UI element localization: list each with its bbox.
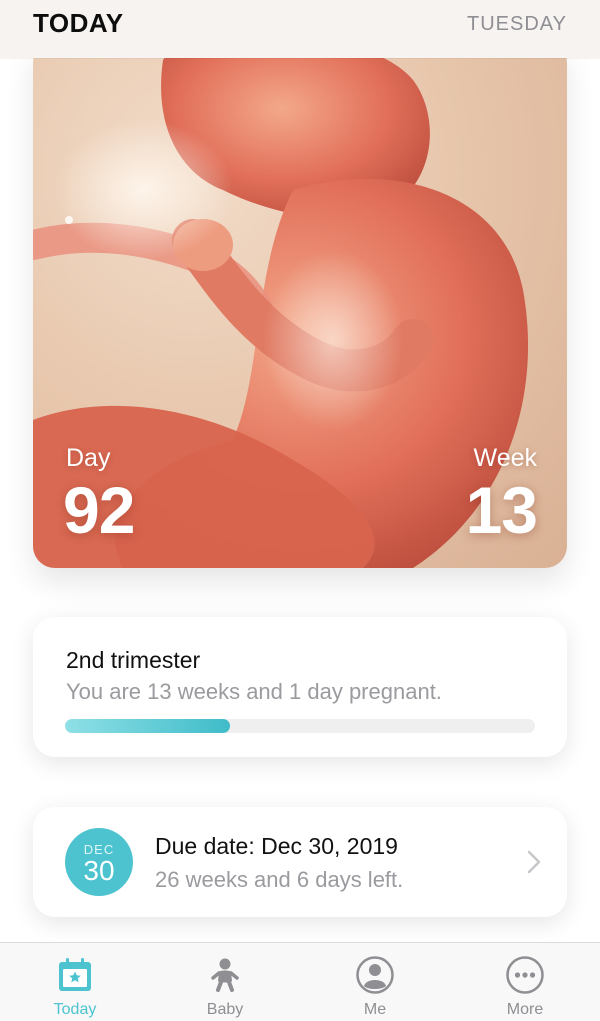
tab-label-me: Me [363, 1001, 387, 1018]
tab-baby[interactable]: Baby [150, 943, 300, 1021]
trimester-card[interactable]: 2nd trimester You are 13 weeks and 1 day… [33, 617, 567, 757]
due-date-card[interactable]: DEC 30 Due date: Dec 30, 2019 26 weeks a… [33, 807, 567, 917]
trimester-subtitle: You are 13 weeks and 1 day pregnant. [66, 679, 442, 704]
chevron-right-icon [527, 850, 541, 874]
day-label: Day [66, 444, 111, 472]
tab-more[interactable]: More [450, 943, 600, 1021]
due-date-subtitle: 26 weeks and 6 days left. [155, 867, 404, 892]
more-dots-icon [506, 956, 544, 994]
person-icon [356, 956, 394, 994]
tab-bar: Today Baby Me More [0, 942, 600, 1021]
week-label: Week [473, 444, 537, 472]
fetus-hero-card[interactable]: Day 92 Week 13 [33, 40, 567, 568]
trimester-title: 2nd trimester [66, 647, 201, 673]
tab-label-today: Today [53, 1001, 97, 1018]
tab-label-baby: Baby [206, 1001, 244, 1018]
tab-label-more: More [506, 1001, 544, 1018]
week-number: 13 [465, 473, 538, 547]
page-title: TODAY [33, 8, 124, 38]
tab-me[interactable]: Me [300, 943, 450, 1021]
day-number: 92 [63, 473, 135, 547]
tab-today[interactable]: Today [0, 943, 150, 1021]
weekday-label: TUESDAY [467, 13, 567, 35]
due-date-badge: DEC 30 [65, 828, 133, 896]
header-bar: TODAY TUESDAY [0, 0, 600, 58]
pregnancy-progress-fill [65, 719, 230, 733]
due-date-title: Due date: Dec 30, 2019 [155, 833, 398, 859]
calendar-star-icon [59, 958, 91, 991]
pregnancy-progress-bar [65, 719, 535, 733]
baby-icon [211, 958, 239, 992]
due-day: 30 [83, 855, 115, 886]
